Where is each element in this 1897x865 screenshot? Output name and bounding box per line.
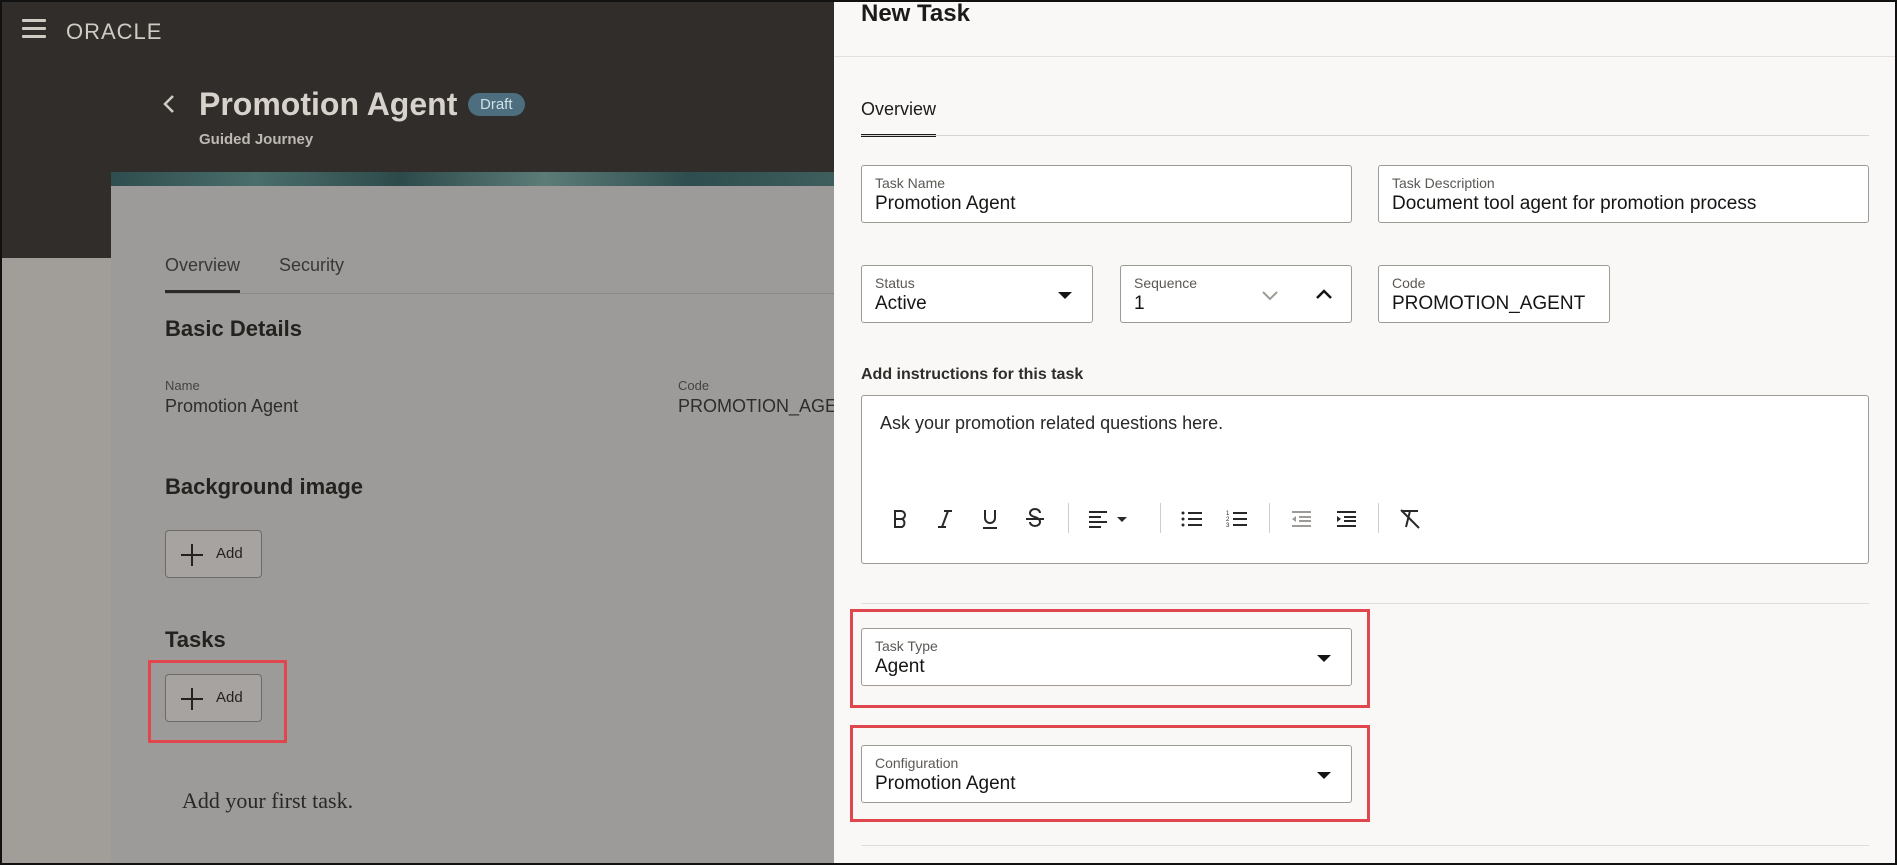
tab-divider (165, 293, 834, 294)
code-value: PROMOTION_AGENT (678, 396, 834, 416)
status-value: Active (875, 293, 927, 314)
outdent-icon[interactable] (1287, 505, 1315, 533)
code-value: PROMOTION_AGENT (1392, 293, 1586, 314)
highlight-add-task (148, 660, 287, 743)
bottom-divider (861, 845, 1869, 846)
bulleted-list-icon[interactable] (1178, 505, 1206, 533)
status-label: Status (875, 275, 915, 291)
code-label: Code (678, 378, 710, 393)
decorative-pattern (0, 258, 112, 865)
underline-icon[interactable] (976, 505, 1004, 533)
drawer-tab-divider (861, 135, 1869, 136)
svg-text:3: 3 (1226, 523, 1230, 529)
instructions-label: Add instructions for this task (861, 366, 1084, 383)
highlight-task-type (850, 609, 1370, 708)
empty-tasks-text: Add your first task. (182, 788, 354, 813)
highlight-configuration (850, 725, 1370, 822)
tab-security[interactable]: Security (279, 255, 344, 276)
tab-overview[interactable]: Overview (165, 255, 241, 293)
bold-icon[interactable] (886, 505, 914, 533)
numbered-list-icon[interactable]: 123 (1223, 505, 1251, 533)
plus-icon (181, 544, 203, 566)
drawer-tab-overview[interactable]: Overview (861, 99, 937, 137)
drawer-header-divider (834, 56, 1897, 57)
add-background-image-button[interactable]: Add (165, 530, 262, 578)
section-divider (861, 603, 1869, 604)
basic-details-heading: Basic Details (165, 316, 302, 341)
back-arrow-icon[interactable] (162, 93, 176, 115)
task-name-field[interactable]: Task Name Promotion Agent (861, 165, 1352, 223)
task-name-label: Task Name (875, 175, 946, 191)
drawer-title: New Task (861, 0, 970, 27)
oracle-logo: ORACLE (66, 19, 163, 44)
sequence-label: Sequence (1134, 275, 1198, 291)
toolbar-separator (1269, 503, 1270, 533)
code-label: Code (1392, 275, 1426, 291)
name-value: Promotion Agent (165, 396, 299, 416)
page-title: Promotion Agent (199, 86, 458, 122)
strikethrough-icon[interactable] (1021, 505, 1049, 533)
decrement-chevron-icon[interactable] (1261, 289, 1279, 301)
align-dropdown-icon[interactable] (1086, 505, 1132, 533)
increment-chevron-icon[interactable] (1315, 288, 1333, 300)
tasks-heading: Tasks (165, 627, 226, 652)
menu-icon[interactable] (22, 19, 46, 39)
task-description-field[interactable]: Task Description Document tool agent for… (1378, 165, 1869, 223)
instructions-text[interactable]: Ask your promotion related questions her… (880, 413, 1223, 434)
sequence-value: 1 (1134, 293, 1145, 314)
indent-icon[interactable] (1332, 505, 1360, 533)
task-description-value: Document tool agent for promotion proces… (1392, 193, 1757, 214)
caret-down-icon (1058, 292, 1072, 299)
name-label: Name (165, 378, 200, 393)
status-select[interactable]: Status Active (861, 265, 1093, 323)
toolbar-separator (1068, 503, 1069, 533)
banner-image (111, 172, 834, 186)
toolbar-separator (1160, 503, 1161, 533)
clear-formatting-icon[interactable] (1396, 505, 1424, 533)
code-field[interactable]: Code PROMOTION_AGENT (1378, 265, 1610, 323)
status-badge: Draft (468, 93, 525, 116)
page-subtitle: Guided Journey (199, 131, 314, 148)
task-description-label: Task Description (1392, 175, 1495, 191)
italic-icon[interactable] (931, 505, 959, 533)
sequence-stepper[interactable]: Sequence 1 (1120, 265, 1352, 323)
background-image-heading: Background image (165, 474, 364, 499)
add-label: Add (216, 545, 243, 562)
task-name-value: Promotion Agent (875, 193, 1016, 214)
toolbar-separator (1378, 503, 1379, 533)
